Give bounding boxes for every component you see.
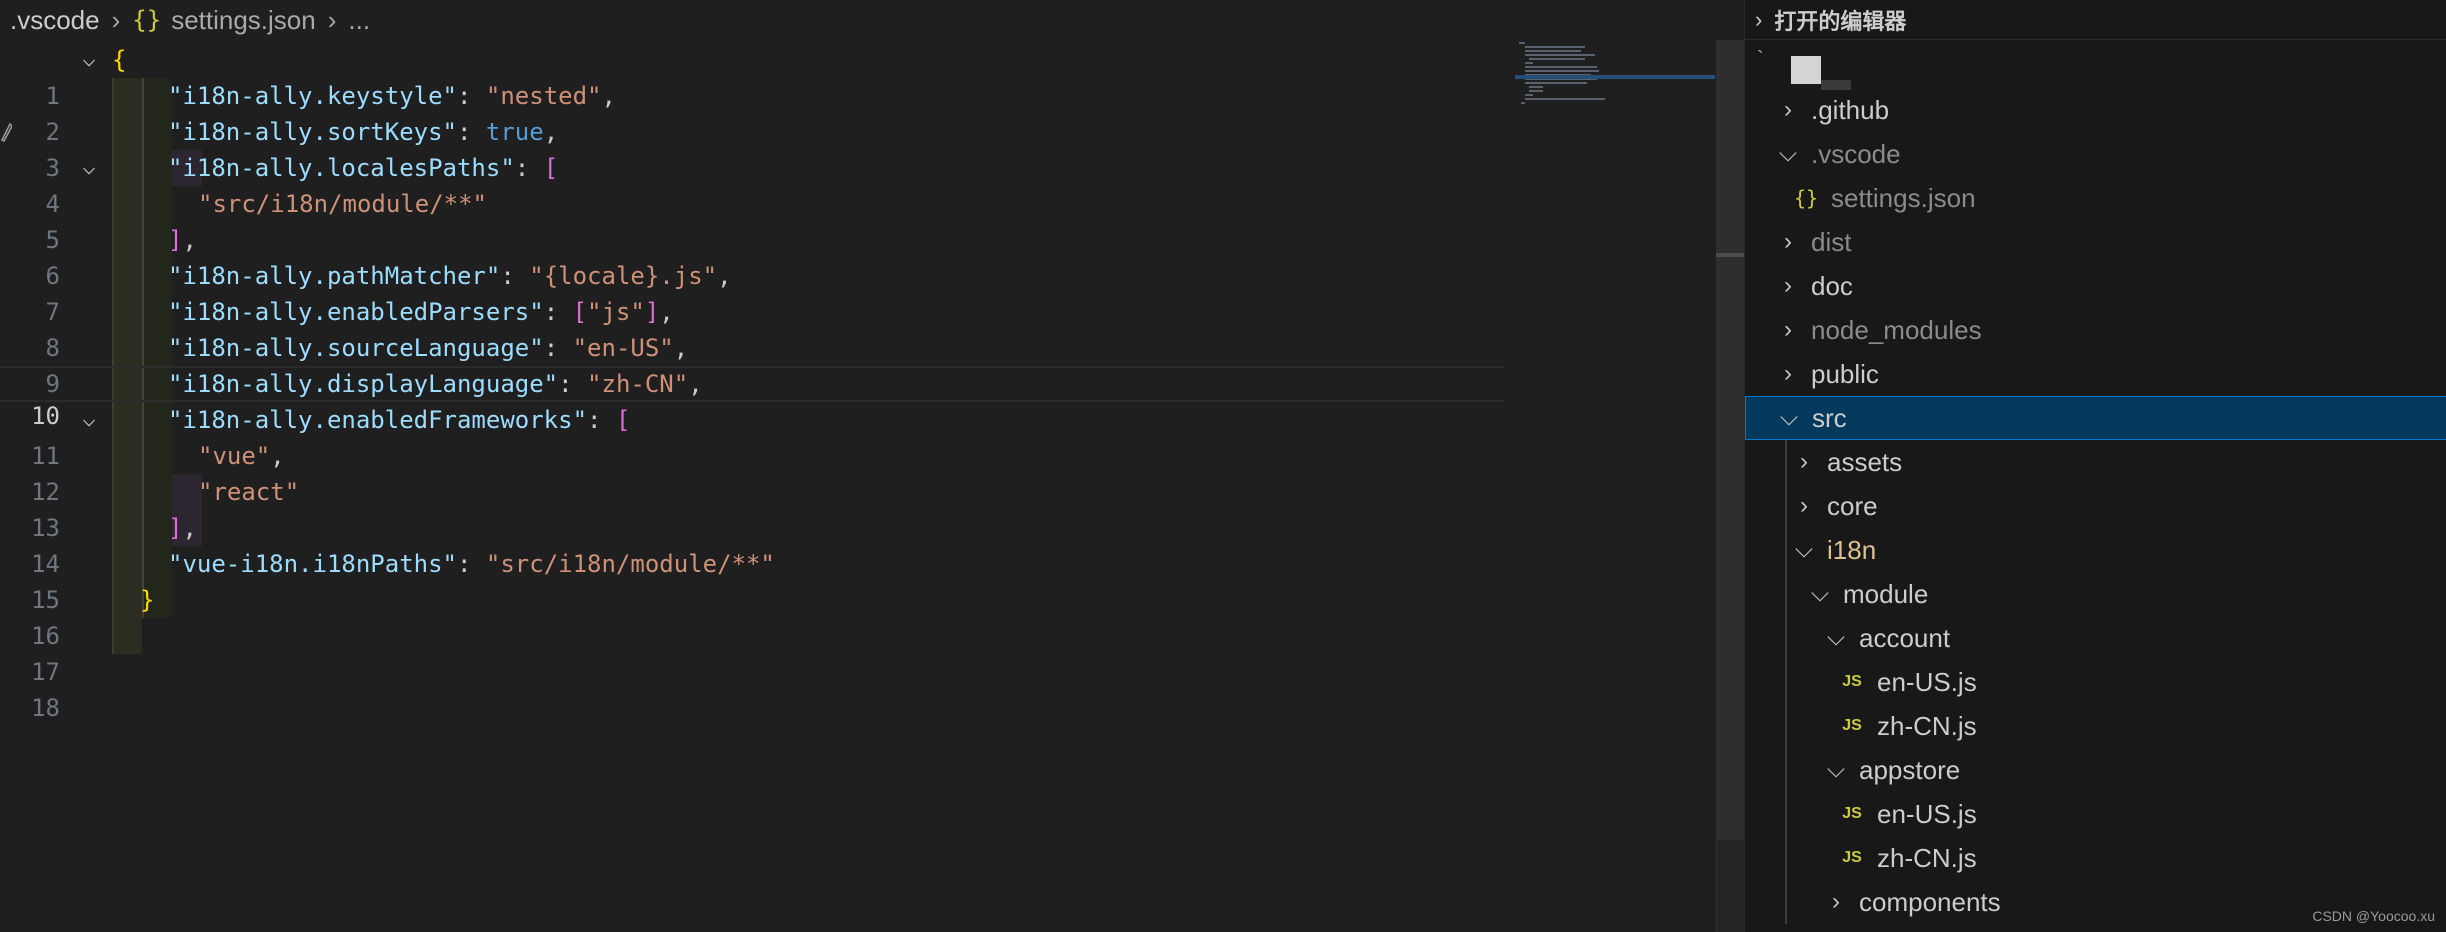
chevron-right-icon: › — [327, 4, 337, 35]
tree-item-label: components — [1859, 886, 2001, 917]
code-line: 12 "vue", — [0, 438, 1505, 506]
open-editors-title: 打开的编辑器 — [1774, 8, 1907, 34]
chevron-right-icon: › — [1784, 96, 1792, 123]
breadcrumb: .vscode › {} settings.json › ... — [0, 0, 1720, 40]
tree-item-label: node_modules — [1811, 314, 1982, 345]
tree-folder-row[interactable]: ⌵ src — [1745, 396, 2446, 440]
json-file-icon: {} — [132, 6, 162, 34]
tree-item-label: core — [1827, 490, 1878, 521]
code-editor[interactable]: 1 ⌵ { 2 "i18n-ally.keystyle": "nested", … — [0, 42, 1716, 932]
breadcrumb-file[interactable]: settings.json — [171, 5, 316, 36]
tree-item-label: public — [1811, 358, 1879, 389]
tree-item-label: .vscode — [1811, 138, 1901, 169]
editor-scrollbar-thumb[interactable] — [1716, 40, 1744, 840]
code-line: 15 "vue-i18n.i18nPaths": "src/i18n/modul… — [0, 546, 1505, 614]
root-marker: ` — [1757, 48, 1764, 70]
json-file-icon: {} — [1793, 186, 1819, 210]
chevron-right-icon: › — [111, 4, 121, 35]
tree-folder-row[interactable]: ⌵ account — [1745, 616, 2446, 660]
chevron-down-icon: ⌵ — [1794, 536, 1814, 563]
code-line-current: 10 "i18n-ally.displayLanguage": "zh-CN", — [0, 366, 1505, 430]
code-line: 16 } — [0, 582, 1505, 650]
tree-folder-row[interactable]: › doc — [1745, 264, 2446, 308]
chevron-down-icon: ⌵ — [1826, 624, 1846, 651]
tree-file-row[interactable]: JS en-US.js — [1745, 792, 2446, 836]
scrollbar-cursor-marker — [1716, 253, 1744, 257]
open-editors-header[interactable]: › 打开的编辑器 — [1745, 0, 2446, 40]
code-line: 18 — [0, 654, 1505, 722]
chevron-right-icon: › — [1832, 888, 1840, 915]
tree-folder-row[interactable]: ⌵ appstore — [1745, 748, 2446, 792]
tree-item-label: zh-CN.js — [1877, 842, 1977, 873]
tree-item-label: src — [1812, 402, 1847, 433]
tree-file-row[interactable]: {} settings.json — [1745, 176, 2446, 220]
tree-item-label: assets — [1827, 446, 1903, 477]
chevron-down-icon: ⌵ — [1810, 580, 1830, 607]
tree-item-label: settings.json — [1831, 182, 1976, 213]
js-file-icon: JS — [1842, 805, 1862, 822]
tree-item-label: .github — [1811, 94, 1890, 125]
chevron-down-icon: ⌵ — [1779, 404, 1799, 431]
tree-item-label: module — [1843, 578, 1929, 609]
code-line: 6 ], — [0, 222, 1505, 290]
js-file-icon: JS — [1842, 717, 1862, 734]
explorer-panel: › 打开的编辑器 ` › .github ⌵ .vscode {} settings.js… — [1744, 0, 2446, 932]
code-line: 7 "i18n-ally.pathMatcher": "{locale}.js"… — [0, 258, 1505, 326]
chevron-right-icon: › — [1784, 360, 1792, 387]
code-line: 2 "i18n-ally.keystyle": "nested", — [0, 78, 1505, 146]
chevron-right-icon: › — [1800, 448, 1808, 475]
code-line: 17 — [0, 618, 1505, 686]
chevron-down-icon[interactable]: ⌵ — [74, 402, 104, 438]
tree-item-label: doc — [1811, 270, 1853, 301]
tree-indent-guide — [1785, 440, 1787, 924]
minimap-slider[interactable] — [1515, 75, 1715, 79]
redacted-block — [1791, 56, 1821, 84]
tree-item-label: appstore — [1859, 754, 1961, 785]
js-file-icon: JS — [1842, 849, 1862, 866]
tree-folder-row[interactable]: ⌵ .vscode — [1745, 132, 2446, 176]
code-line: 3 "i18n-ally.sortKeys": true, — [0, 114, 1505, 182]
code-line: 5 "src/i18n/module/**" — [0, 186, 1505, 254]
tree-folder-row[interactable]: › .github — [1745, 88, 2446, 132]
chevron-right-icon: › — [1784, 228, 1792, 255]
chevron-down-icon[interactable]: ⌵ — [74, 150, 104, 186]
tree-item-label: en-US.js — [1877, 666, 1977, 697]
chevron-down-icon: ⌵ — [1826, 756, 1846, 783]
tree-item-label: i18n — [1827, 534, 1877, 565]
breadcrumb-more[interactable]: ... — [348, 5, 370, 36]
tree-file-row[interactable]: JS zh-CN.js — [1745, 704, 2446, 748]
tree-item-label: zh-CN.js — [1877, 710, 1977, 741]
chevron-down-icon: ⌵ — [1778, 140, 1798, 167]
code-line: 9 "i18n-ally.sourceLanguage": "en-US", — [0, 330, 1505, 398]
chevron-down-icon[interactable]: ⌵ — [74, 42, 104, 78]
tree-item-label: dist — [1811, 226, 1852, 257]
tree-folder-row[interactable]: ⌵ i18n — [1745, 528, 2446, 572]
breadcrumb-folder[interactable]: .vscode — [10, 5, 100, 36]
watermark: CSDN @Yoocoo.xu — [2312, 908, 2435, 924]
code-line: 13 "react" — [0, 474, 1505, 542]
tree-folder-row[interactable]: ⌵ module — [1745, 572, 2446, 616]
workspace-root[interactable]: ` — [1745, 46, 2446, 90]
code-line: 8 "i18n-ally.enabledParsers": ["js"], — [0, 294, 1505, 362]
chevron-right-icon: › — [1784, 316, 1792, 343]
chevron-right-icon: › — [1755, 6, 1763, 32]
line-number: 18 — [31, 694, 60, 722]
tree-folder-row[interactable]: › node_modules — [1745, 308, 2446, 352]
tree-folder-row[interactable]: › public — [1745, 352, 2446, 396]
js-file-icon: JS — [1842, 673, 1862, 690]
code-line: 11 ⌵ "i18n-ally.enabledFrameworks": [ — [0, 402, 1505, 470]
chevron-right-icon: › — [1784, 272, 1792, 299]
tree-folder-row[interactable]: › core — [1745, 484, 2446, 528]
tree-item-label: en-US.js — [1877, 798, 1977, 829]
tree-item-label: account — [1859, 622, 1951, 653]
tree-folder-row[interactable]: › assets — [1745, 440, 2446, 484]
code-line: 1 ⌵ { — [0, 42, 1505, 110]
tree-folder-row[interactable]: › dist — [1745, 220, 2446, 264]
chevron-right-icon: › — [1800, 492, 1808, 519]
tree-file-row[interactable]: JS zh-CN.js — [1745, 836, 2446, 880]
code-line: 4 ⌵ "i18n-ally.localesPaths": [ — [0, 150, 1505, 218]
code-line: 14 ], — [0, 510, 1505, 578]
tree-file-row[interactable]: JS en-US.js — [1745, 660, 2446, 704]
